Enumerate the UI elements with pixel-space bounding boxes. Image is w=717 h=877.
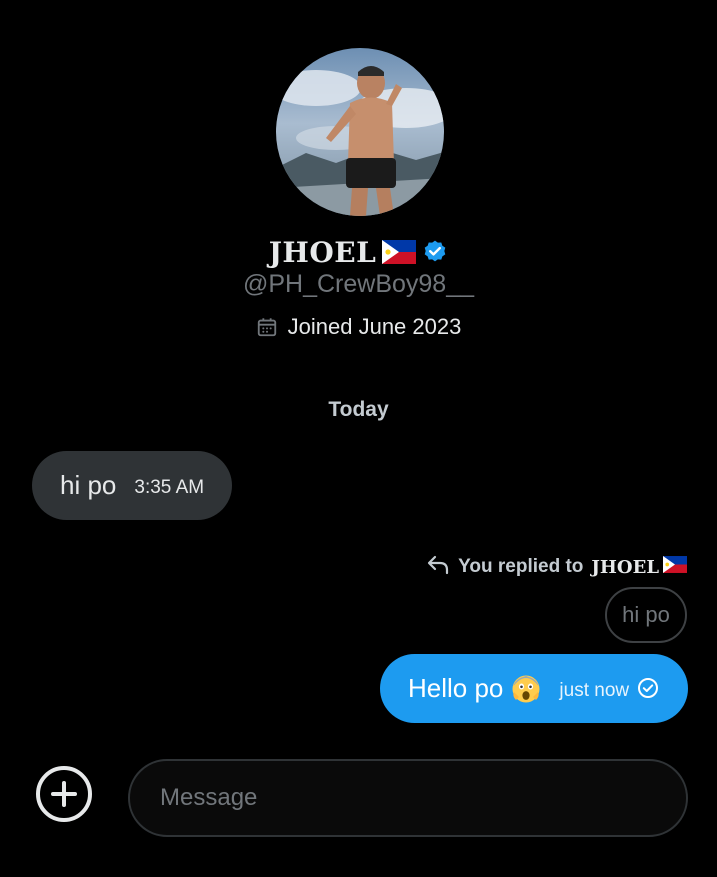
profile-name: JHOEL — [268, 235, 377, 269]
message-timestamp: 3:35 AM — [134, 476, 205, 498]
sent-check-icon — [637, 677, 659, 704]
quoted-message-bubble[interactable]: hi po — [605, 587, 687, 643]
philippines-flag-icon — [663, 555, 687, 579]
message-timestamp: just now — [559, 679, 630, 701]
reply-context: You replied to JHOEL — [426, 553, 687, 581]
reply-arrow-icon — [426, 553, 450, 581]
calendar-icon — [256, 316, 278, 338]
incoming-message-bubble[interactable]: hi po 3:35 AM — [32, 451, 232, 520]
philippines-flag-icon — [382, 240, 417, 264]
reply-label: You replied to — [458, 556, 584, 577]
plus-circle-icon — [51, 781, 77, 807]
verified-badge-icon — [422, 239, 448, 265]
profile-name-row: JHOEL — [0, 232, 717, 272]
day-separator: Today — [328, 398, 389, 421]
quoted-message-text: hi po — [622, 602, 670, 627]
reply-recipient-name: JHOEL — [591, 556, 659, 578]
message-text: Hello po — [408, 673, 504, 703]
profile-handle: @PH_CrewBoy98__ — [242, 270, 475, 298]
message-input[interactable] — [128, 759, 688, 837]
joined-date-row: Joined June 2023 — [0, 314, 717, 340]
add-media-button[interactable] — [36, 766, 92, 822]
profile-photo-icon — [276, 48, 444, 216]
face-screaming-in-fear-emoji-icon — [511, 674, 541, 704]
message-text: hi po — [60, 470, 117, 500]
outgoing-message-bubble[interactable]: Hello po just now — [380, 654, 688, 723]
profile-avatar[interactable] — [276, 48, 444, 216]
joined-date-text: Joined June 2023 — [287, 314, 462, 339]
